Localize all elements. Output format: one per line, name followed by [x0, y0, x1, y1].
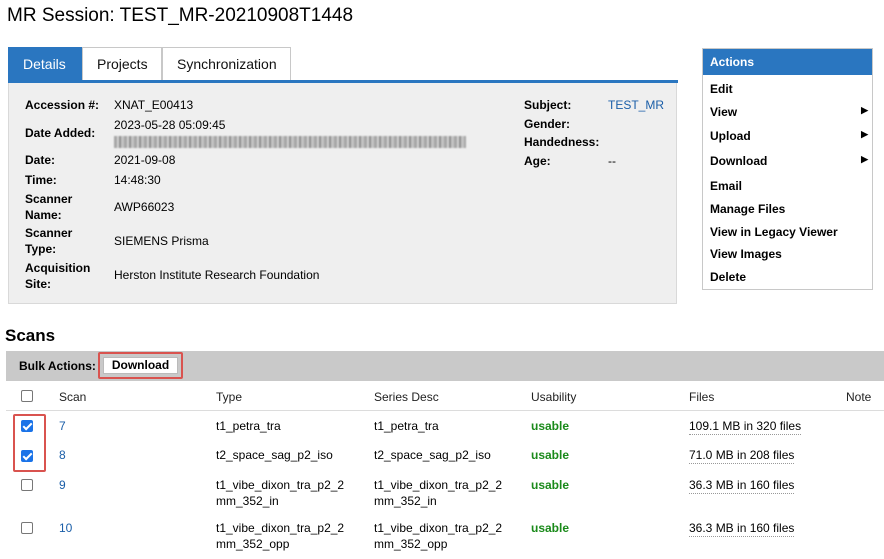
- action-view-images-label: View Images: [710, 247, 782, 261]
- date-added-label: Date Added:: [25, 126, 96, 140]
- files-summary[interactable]: 109.1 MB in 320 files: [689, 418, 802, 435]
- bulk-actions-bar: Bulk Actions: Download: [6, 351, 884, 381]
- col-header-type[interactable]: Type: [216, 390, 242, 404]
- series-desc-line2: mm_352_in: [374, 494, 437, 508]
- scan-type-line2: mm_352_in: [216, 494, 279, 508]
- action-view-images[interactable]: View Images: [710, 247, 868, 261]
- date-label: Date:: [25, 153, 56, 167]
- actions-panel: Actions Edit View ▶ Upload ▶ Download ▶ Ema…: [702, 48, 873, 290]
- series-desc-line2: mm_352_opp: [374, 537, 448, 551]
- scanner-type-label-line1: Scanner: [25, 226, 73, 240]
- files-summary[interactable]: 71.0 MB in 208 files: [689, 447, 795, 464]
- action-manage-files[interactable]: Manage Files: [710, 202, 868, 216]
- accession-label: Accession #:: [25, 98, 100, 112]
- time-value: 14:48:30: [114, 173, 161, 187]
- accession-value: XNAT_E00413: [114, 98, 194, 112]
- action-edit-label: Edit: [710, 82, 733, 96]
- action-edit[interactable]: Edit: [710, 82, 868, 96]
- series-desc: t2_space_sag_p2_iso: [374, 448, 491, 462]
- subject-label: Subject:: [524, 98, 572, 112]
- page-title: MR Session: TEST_MR-20210908T1448: [7, 5, 354, 26]
- row-checkbox[interactable]: [21, 522, 33, 534]
- action-view[interactable]: View ▶: [710, 105, 868, 119]
- col-header-usability[interactable]: Usability: [531, 390, 576, 404]
- scans-heading: Scans: [5, 326, 56, 345]
- actions-header: Actions: [703, 49, 872, 75]
- download-highlight: Download: [98, 352, 183, 379]
- scanner-type-label-line2: Type:: [25, 242, 57, 256]
- action-download-label: Download: [710, 154, 768, 168]
- action-email-label: Email: [710, 179, 743, 193]
- col-header-series-desc[interactable]: Series Desc: [374, 390, 439, 404]
- action-view-label: View: [710, 105, 738, 119]
- series-desc: t1_petra_tra: [374, 419, 439, 433]
- bulk-download-button[interactable]: Download: [103, 357, 178, 374]
- scan-id-link[interactable]: 9: [59, 477, 66, 493]
- action-email[interactable]: Email: [710, 179, 868, 193]
- acquisition-site-label-line1: Acquisition: [25, 261, 91, 275]
- row-checkbox[interactable]: [21, 479, 33, 491]
- action-delete-label: Delete: [710, 270, 747, 284]
- action-upload-label: Upload: [710, 129, 751, 143]
- series-desc: t1_vibe_dixon_tra_p2_2: [374, 478, 503, 492]
- acquisition-site-label-line2: Site:: [25, 277, 52, 291]
- action-upload[interactable]: Upload ▶: [710, 129, 868, 143]
- col-header-files[interactable]: Files: [689, 390, 714, 404]
- action-manage-files-label: Manage Files: [710, 202, 786, 216]
- handedness-label: Handedness:: [524, 135, 600, 149]
- subject-link[interactable]: TEST_MR: [608, 98, 664, 113]
- bulk-actions-label: Bulk Actions:: [19, 359, 96, 373]
- time-label: Time:: [25, 173, 57, 187]
- row-checkbox[interactable]: [21, 450, 33, 462]
- date-added-value: 2023-05-28 05:09:45: [114, 118, 226, 132]
- header-divider: [6, 410, 884, 411]
- scanner-type-value: SIEMENS Prisma: [114, 234, 209, 248]
- action-view-legacy-viewer-label: View in Legacy Viewer: [710, 225, 838, 239]
- usability-status[interactable]: usable: [531, 477, 569, 493]
- acquisition-site-value: Herston Institute Research Foundation: [114, 268, 320, 282]
- col-header-note[interactable]: Note: [846, 390, 871, 404]
- scan-id-link[interactable]: 8: [59, 447, 66, 463]
- action-download[interactable]: Download ▶: [710, 154, 868, 168]
- usability-status[interactable]: usable: [531, 418, 569, 434]
- tab-strip: Details Projects Synchronization: [8, 47, 291, 81]
- usability-status[interactable]: usable: [531, 520, 569, 536]
- files-summary[interactable]: 36.3 MB in 160 files: [689, 520, 795, 537]
- scan-type: t1_petra_tra: [216, 419, 281, 433]
- scan-type-line2: mm_352_opp: [216, 537, 290, 551]
- scan-type: t1_vibe_dixon_tra_p2_2: [216, 521, 345, 535]
- series-desc: t1_vibe_dixon_tra_p2_2: [374, 521, 503, 535]
- files-summary[interactable]: 36.3 MB in 160 files: [689, 477, 795, 494]
- details-panel: Accession #: XNAT_E00413 Date Added: 202…: [8, 83, 677, 304]
- usability-status[interactable]: usable: [531, 447, 569, 463]
- age-value: --: [608, 154, 616, 168]
- tab-details[interactable]: Details: [8, 47, 82, 80]
- action-view-legacy-viewer[interactable]: View in Legacy Viewer: [710, 225, 868, 239]
- action-delete[interactable]: Delete: [710, 270, 868, 284]
- tab-projects[interactable]: Projects: [82, 47, 162, 80]
- submenu-arrow-icon: ▶: [861, 129, 868, 139]
- scan-id-link[interactable]: 10: [59, 520, 72, 536]
- scanner-name-value: AWP66023: [114, 200, 175, 214]
- tab-synchronization[interactable]: Synchronization: [162, 47, 291, 80]
- row-checkbox[interactable]: [21, 420, 33, 432]
- scan-id-link[interactable]: 7: [59, 418, 66, 434]
- submenu-arrow-icon: ▶: [861, 105, 868, 115]
- select-all-checkbox[interactable]: [21, 390, 33, 402]
- redacted-text: [114, 136, 466, 148]
- scan-type: t1_vibe_dixon_tra_p2_2: [216, 478, 345, 492]
- scanner-name-label-line2: Name:: [25, 208, 62, 222]
- date-value: 2021-09-08: [114, 153, 176, 167]
- col-header-scan[interactable]: Scan: [59, 390, 86, 404]
- gender-label: Gender:: [524, 117, 571, 131]
- age-label: Age:: [524, 154, 551, 168]
- scan-type: t2_space_sag_p2_iso: [216, 448, 333, 462]
- submenu-arrow-icon: ▶: [861, 154, 868, 164]
- scanner-name-label-line1: Scanner: [25, 192, 73, 206]
